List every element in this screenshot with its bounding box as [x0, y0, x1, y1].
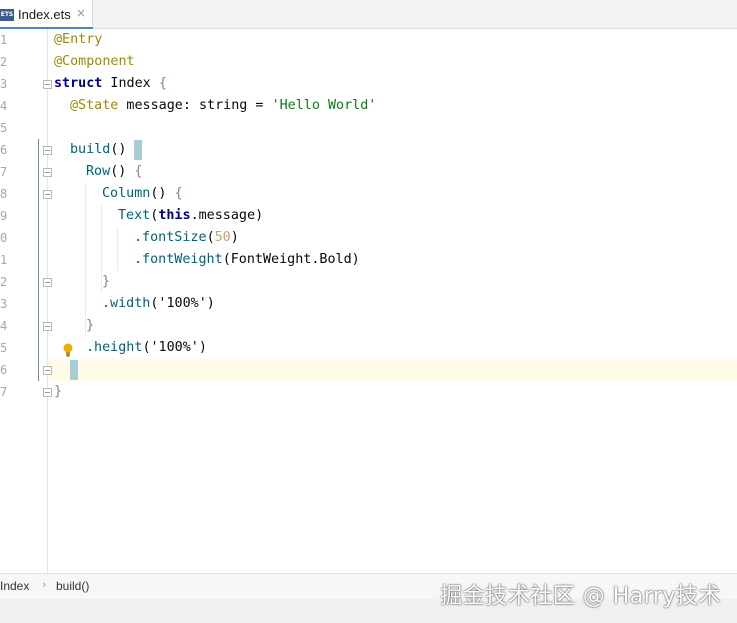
fold-icon[interactable] [43, 366, 52, 375]
line-number: 3 [0, 297, 8, 311]
code-line[interactable]: 7 Row() { [0, 161, 737, 183]
code-text: Text(this.message) [118, 208, 264, 223]
code-text: .fontSize(50) [134, 230, 239, 245]
code-text: } [102, 274, 111, 289]
close-icon[interactable]: × [76, 6, 86, 20]
code-text: .width('100%') [102, 296, 215, 311]
fold-icon[interactable] [43, 278, 52, 287]
lightbulb-icon[interactable] [62, 343, 74, 357]
code-line[interactable]: 5 .height('100%') [0, 337, 737, 359]
chevron-right-icon: › [42, 578, 47, 591]
code-line[interactable]: 7 } [0, 381, 737, 403]
code-text: @State message: string = 'Hello World' [70, 98, 377, 113]
code-text: .height('100%') [86, 340, 207, 355]
fold-icon[interactable] [43, 168, 52, 177]
code-line[interactable]: 9 Text(this.message) [0, 205, 737, 227]
line-number: 7 [0, 165, 8, 179]
code-text: Row() { [86, 164, 143, 179]
code-line[interactable]: 4 } [0, 315, 737, 337]
code-line[interactable]: 1 .fontWeight(FontWeight.Bold) [0, 249, 737, 271]
line-number: 5 [0, 341, 8, 355]
code-line[interactable]: 5 [0, 117, 737, 139]
code-text: Column() { [102, 186, 183, 201]
line-number: 4 [0, 99, 8, 113]
line-number: 7 [0, 385, 8, 399]
editor-tab-bar: ETS Index.ets × [0, 0, 737, 29]
line-number: 3 [0, 77, 8, 91]
code-text: .fontWeight(FontWeight.Bold) [134, 252, 360, 267]
fold-icon[interactable] [43, 322, 52, 331]
code-line[interactable]: 3 struct Index { [0, 73, 737, 95]
code-text: } [54, 384, 63, 399]
tab-index-ets[interactable]: ETS Index.ets × [0, 0, 93, 29]
code-line[interactable]: 8 Column() { [0, 183, 737, 205]
code-line[interactable]: 0 .fontSize(50) [0, 227, 737, 249]
code-line[interactable]: 1 @Entry [0, 29, 737, 51]
breadcrumb-item-index[interactable]: Index [0, 579, 29, 593]
code-text: @Entry [54, 32, 103, 47]
ets-file-icon: ETS [0, 9, 14, 21]
fold-icon[interactable] [43, 190, 52, 199]
line-number: 0 [0, 231, 8, 245]
code-text: @Component [54, 54, 135, 69]
fold-icon[interactable] [43, 388, 52, 397]
code-text: struct Index { [54, 76, 167, 91]
line-number: 6 [0, 363, 8, 377]
code-text: } [86, 318, 95, 333]
code-line[interactable]: 2 } [0, 271, 737, 293]
line-number: 4 [0, 319, 8, 333]
code-line[interactable]: 6 [0, 359, 737, 381]
fold-icon[interactable] [43, 80, 52, 89]
line-number: 1 [0, 253, 8, 267]
code-line[interactable]: 2 @Component [0, 51, 737, 73]
line-number: 8 [0, 187, 8, 201]
code-line[interactable]: 6 build() [0, 139, 737, 161]
line-number: 5 [0, 121, 8, 135]
breadcrumb-item-build[interactable]: build() [56, 579, 89, 593]
code-text: build() [70, 142, 127, 157]
line-number: 9 [0, 209, 8, 223]
code-line[interactable]: 4 @State message: string = 'Hello World' [0, 95, 737, 117]
line-number: 6 [0, 143, 8, 157]
code-line[interactable]: 3 .width('100%') [0, 293, 737, 315]
line-number: 2 [0, 275, 8, 289]
line-number: 2 [0, 55, 8, 69]
watermark: 掘金技术社区 @ Harry技术 [440, 584, 721, 609]
fold-icon[interactable] [43, 146, 52, 155]
line-number: 1 [0, 33, 8, 47]
tab-label: Index.ets [18, 7, 71, 22]
